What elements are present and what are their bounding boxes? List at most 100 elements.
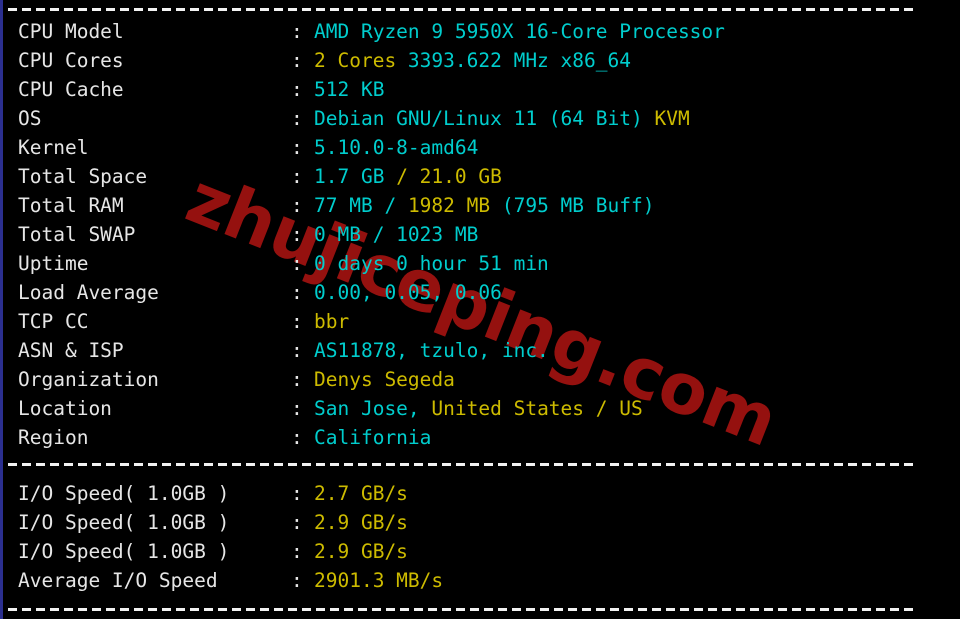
info-row-colon: : [291,540,303,563]
info-row-colon: : [291,426,303,449]
separator-rule-middle [8,463,915,466]
info-row-value-segment: / [396,165,420,188]
info-row: Location: San Jose, United States / US [0,394,960,423]
info-row-colon: : [291,223,303,246]
info-row-label: Organization [18,368,159,391]
info-row-colon: : [291,78,303,101]
info-row-label: Total RAM [18,194,124,217]
info-row: Total SWAP:0 MB / 1023 MB [0,220,960,249]
info-row-colon: : [291,165,303,188]
info-row-label: I/O Speed( 1.0GB ) [18,482,230,505]
info-row-value: 2.7 GB/s [314,479,408,508]
info-row-value-segment: San Jose, [314,397,432,420]
info-row: CPU Cache:512 KB [0,75,960,104]
info-row: Total RAM:77 MB / 1982 MB (795 MB Buff) [0,191,960,220]
info-row-value-segment: bbr [314,310,350,333]
info-row: Total Space:1.7 GB / 21.0 GB [0,162,960,191]
info-row-label: Location [18,397,112,420]
info-row-value-segment: 2.9 GB/s [314,540,408,563]
info-row-value-segment: 3393.622 MHz x86_64 [407,49,631,72]
info-row-value: AS11878, tzulo, inc. [314,336,549,365]
info-row-value: 5.10.0-8-amd64 [314,133,478,162]
info-row-value-segment: United States / US [431,397,643,420]
info-row-colon: : [291,20,303,43]
info-row-value: 2.9 GB/s [314,508,408,537]
info-row-label: Uptime [18,252,89,275]
info-row-value-segment: 21.0 GB [419,165,502,188]
info-row-label: TCP CC [18,310,89,333]
info-row-value-segment: 1982 MB [407,194,502,217]
info-row-value: 0 MB / 1023 MB [314,220,478,249]
info-row: Load Average:0.00, 0.05, 0.06 [0,278,960,307]
separator-rule-bottom [8,608,915,611]
info-row-value: bbr [314,307,349,336]
info-row-label: Kernel [18,136,89,159]
info-row: OS: Debian GNU/Linux 11 (64 Bit) KVM [0,104,960,133]
info-row: Average I/O Speed:2901.3 MB/s [0,566,960,595]
info-row-value-segment: 0 days 0 hour 51 min [314,252,549,275]
info-row-label: CPU Model [18,20,124,43]
info-row: TCP CC: bbr [0,307,960,336]
info-row-label: OS [18,107,42,130]
info-row-value: 0 days 0 hour 51 min [314,249,549,278]
info-row-colon: : [291,136,303,159]
info-row-colon: : [291,569,303,592]
info-row-label: Total Space [18,165,148,188]
info-row-value-segment: Debian GNU/Linux 11 (64 Bit) [314,107,655,130]
info-row-colon: : [291,49,303,72]
info-row-label: CPU Cache [18,78,124,101]
info-row-value-segment: AS11878, tzulo, inc. [314,339,549,362]
info-row-label: CPU Cores [18,49,124,72]
info-row-colon: : [291,339,303,362]
info-row-label: Load Average [18,281,159,304]
info-row-colon: : [291,482,303,505]
terminal-window: zhujiceping.com CPU Model: AMD Ryzen 9 59… [0,0,960,619]
info-row-value-segment: 77 MB [314,194,385,217]
info-row-label: ASN & ISP [18,339,124,362]
info-row-value-segment: KVM [654,107,690,130]
info-row: Organization: Denys Segeda [0,365,960,394]
info-row-value-segment: 0 MB / 1023 MB [314,223,479,246]
info-row-colon: : [291,107,303,130]
info-row-value-segment: California [314,426,432,449]
info-row: Region: California [0,423,960,452]
info-row-value-segment: 2901.3 MB/s [314,569,444,592]
info-row: I/O Speed( 1.0GB ):2.9 GB/s [0,537,960,566]
info-row-value: 2.9 GB/s [314,537,408,566]
info-row-colon: : [291,310,303,333]
info-row-value: 0.00, 0.05, 0.06 [314,278,502,307]
info-row-label: Total SWAP [18,223,136,246]
info-row-value: San Jose, United States / US [314,394,643,423]
info-row-colon: : [291,281,303,304]
info-row: Uptime:0 days 0 hour 51 min [0,249,960,278]
info-row-value-segment: Denys Segeda [314,368,455,391]
info-row-value-segment: (795 MB Buff) [501,194,655,217]
info-row-value-segment: 0.00, 0.05, 0.06 [314,281,502,304]
info-row-value: Denys Segeda [314,365,455,394]
info-row: CPU Cores:2 Cores 3393.622 MHz x86_64 [0,46,960,75]
info-row: ASN & ISP: AS11878, tzulo, inc. [0,336,960,365]
info-row-colon: : [291,511,303,534]
info-row-value: California [314,423,431,452]
info-row-value-segment: 5.10.0-8-amd64 [314,136,479,159]
info-row-value: AMD Ryzen 9 5950X 16-Core Processor [314,17,725,46]
info-row-value-segment: 2 Cores [314,49,408,72]
info-row-label: I/O Speed( 1.0GB ) [18,511,230,534]
info-row-value: 77 MB / 1982 MB (795 MB Buff) [314,191,654,220]
info-row-value-segment: AMD Ryzen 9 5950X 16-Core Processor [314,20,725,43]
separator-rule-top [8,8,915,11]
info-row-value-segment: 1.7 GB [314,165,397,188]
info-row-colon: : [291,368,303,391]
info-row-value: 1.7 GB / 21.0 GB [314,162,502,191]
info-row-value: Debian GNU/Linux 11 (64 Bit) KVM [314,104,690,133]
terminal-left-gutter [0,0,3,619]
info-row-value: 2901.3 MB/s [314,566,443,595]
info-row: Kernel:5.10.0-8-amd64 [0,133,960,162]
info-row-label: I/O Speed( 1.0GB ) [18,540,230,563]
info-row-value-segment: 2.7 GB/s [314,482,408,505]
info-row-colon: : [291,194,303,217]
info-row-colon: : [291,252,303,275]
info-row-value-segment: 2.9 GB/s [314,511,408,534]
info-row-label: Region [18,426,89,449]
info-row: CPU Model: AMD Ryzen 9 5950X 16-Core Proc… [0,17,960,46]
